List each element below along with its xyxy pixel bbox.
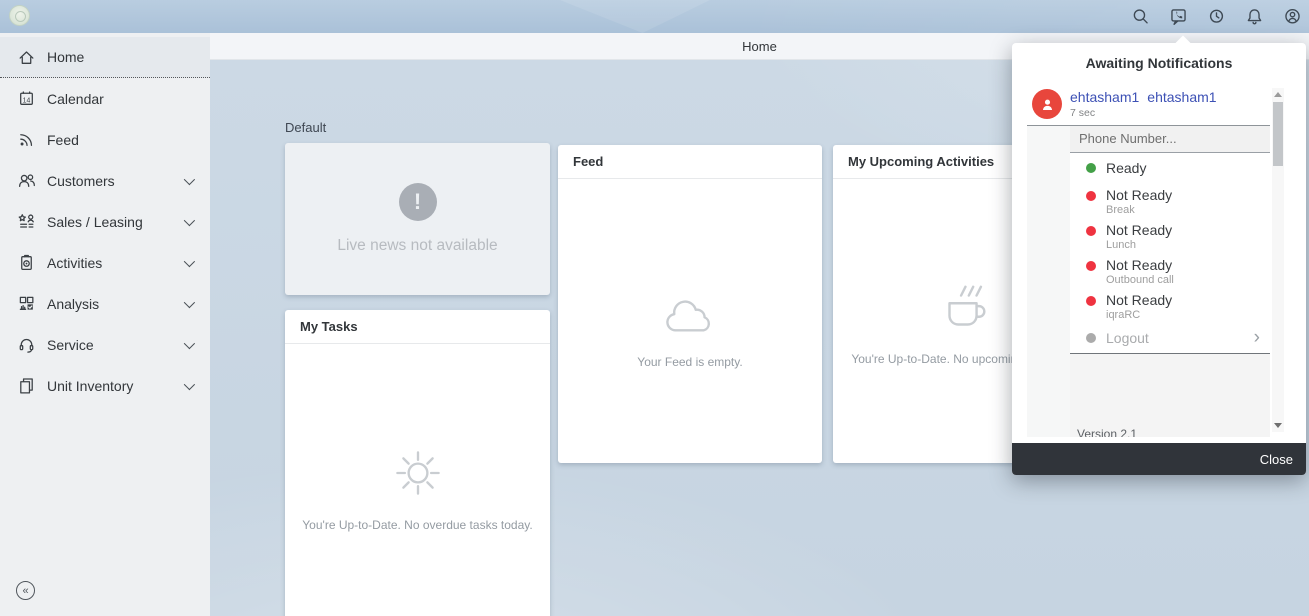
top-bar-actions (1130, 0, 1303, 33)
status-option-not-ready-lunch[interactable]: Not ReadyLunch (1070, 218, 1270, 253)
scroll-down-icon[interactable] (1274, 423, 1282, 428)
status-list: Ready Not ReadyBreak Not ReadyLunch Not … (1070, 153, 1270, 354)
calendar-icon: 14 (16, 89, 36, 109)
sidebar-item-label: Unit Inventory (47, 378, 184, 394)
chevron-down-icon (184, 255, 195, 266)
exclamation-icon: ! (399, 183, 437, 221)
live-news-tile: ! Live news not available (285, 143, 550, 295)
popup-scrollbar[interactable] (1272, 88, 1284, 432)
app-logo-icon (9, 5, 30, 26)
account-icon[interactable] (1282, 6, 1303, 27)
customers-icon (16, 171, 36, 191)
chevron-down-icon (184, 378, 195, 389)
sidebar-item-calendar[interactable]: 14 Calendar (0, 78, 210, 119)
close-button[interactable]: Close (1260, 452, 1293, 467)
sidebar-nav: Home 14 Calendar Feed Customers (0, 33, 210, 406)
scrollbar-thumb[interactable] (1273, 102, 1283, 166)
sidebar-item-label: Activities (47, 255, 184, 271)
sidebar-item-sales-leasing[interactable]: Sales / Leasing (0, 201, 210, 242)
status-option-not-ready-outbound[interactable]: Not ReadyOutbound call (1070, 253, 1270, 288)
widget-footer: Version 2.1 (1070, 354, 1270, 437)
scroll-up-icon[interactable] (1274, 92, 1282, 97)
my-tasks-card: My Tasks You're Up-to-Date. No overdue t… (285, 310, 550, 616)
sidebar-item-home[interactable]: Home (0, 37, 210, 78)
live-news-message: Live news not available (337, 237, 497, 255)
tasks-card-title: My Tasks (285, 310, 550, 344)
status-option-not-ready-break[interactable]: Not ReadyBreak (1070, 183, 1270, 218)
notifications-bell-icon[interactable] (1244, 6, 1265, 27)
phone-message-icon[interactable] (1168, 6, 1189, 27)
phone-number-input[interactable]: Phone Number... (1070, 126, 1270, 153)
notification-user-link[interactable]: ehtasham1ehtasham1 (1070, 89, 1217, 105)
sidebar-item-service[interactable]: Service (0, 324, 210, 365)
status-dot (1086, 333, 1096, 343)
sidebar: Home 14 Calendar Feed Customers (0, 33, 210, 616)
sidebar-item-label: Feed (47, 132, 192, 148)
sidebar-item-label: Sales / Leasing (47, 214, 184, 230)
sidebar-item-unit-inventory[interactable]: Unit Inventory (0, 365, 210, 406)
popup-title: Awaiting Notifications (1012, 43, 1306, 71)
status-option-logout[interactable]: Logout › (1070, 323, 1270, 353)
status-option-ready[interactable]: Ready (1070, 153, 1270, 183)
tasks-empty-message: You're Up-to-Date. No overdue tasks toda… (302, 518, 532, 532)
sidebar-item-label: Calendar (47, 91, 192, 107)
sidebar-item-label: Analysis (47, 296, 184, 312)
chevron-down-icon (184, 296, 195, 307)
collapse-sidebar-button[interactable]: « (16, 581, 35, 600)
status-option-not-ready-iqrarc[interactable]: Not ReadyiqraRC (1070, 288, 1270, 323)
status-dot (1086, 296, 1096, 306)
recent-history-icon[interactable] (1206, 6, 1227, 27)
home-icon (16, 47, 36, 67)
search-icon[interactable] (1130, 6, 1151, 27)
svg-text:14: 14 (22, 97, 30, 104)
status-dot (1086, 191, 1096, 201)
status-dot (1086, 226, 1096, 236)
status-dot (1086, 163, 1096, 173)
sidebar-item-label: Customers (47, 173, 184, 189)
widget-gutter (1027, 126, 1070, 437)
sales-leasing-icon (16, 212, 36, 232)
feed-icon (16, 130, 36, 150)
version-label: Version 2.1 (1077, 427, 1137, 437)
page-title: Home (742, 39, 777, 54)
sidebar-item-label: Service (47, 337, 184, 353)
sidebar-item-feed[interactable]: Feed (0, 119, 210, 160)
status-dot (1086, 261, 1096, 271)
feed-card: Feed Your Feed is empty. (558, 145, 822, 463)
notifications-popup: Awaiting Notifications ehtasham1ehtasham… (1012, 43, 1306, 475)
coffee-cup-icon (933, 281, 995, 344)
chevron-down-icon (184, 173, 195, 184)
dashboard-group-label: Default (285, 120, 326, 135)
sidebar-item-customers[interactable]: Customers (0, 160, 210, 201)
top-bar (0, 0, 1309, 33)
sidebar-item-activities[interactable]: Activities (0, 242, 210, 283)
sidebar-item-label: Home (47, 49, 192, 65)
chevron-right-icon: › (1254, 329, 1260, 347)
activities-icon (16, 253, 36, 273)
sidebar-item-analysis[interactable]: Analysis (0, 283, 210, 324)
avatar (1032, 89, 1062, 119)
feed-card-title: Feed (558, 145, 822, 179)
app-window: Home 14 Calendar Feed Customers (0, 0, 1309, 616)
chevron-down-icon (184, 214, 195, 225)
cloud-icon (661, 296, 719, 341)
chevron-down-icon (184, 337, 195, 348)
service-icon (16, 335, 36, 355)
notification-timestamp: 7 sec (1070, 107, 1095, 119)
popup-footer-bar: Close (1012, 443, 1306, 475)
unit-inventory-icon (16, 376, 36, 396)
sun-icon (388, 443, 448, 508)
analysis-icon (16, 294, 36, 314)
phone-status-widget: Phone Number... Ready Not ReadyBreak Not… (1027, 126, 1270, 437)
feed-empty-message: Your Feed is empty. (637, 355, 742, 369)
